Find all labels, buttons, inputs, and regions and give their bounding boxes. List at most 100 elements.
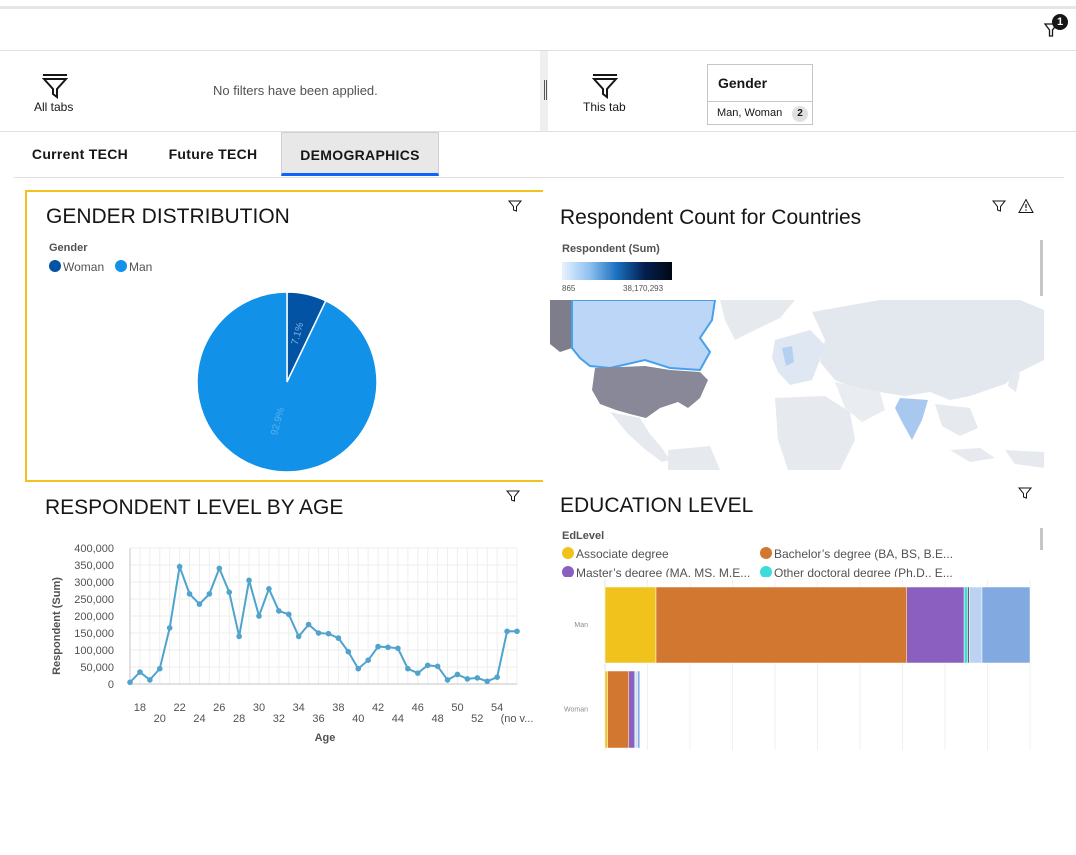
bar-segment-man-1[interactable] bbox=[655, 586, 907, 664]
age-data-point[interactable] bbox=[494, 674, 500, 680]
gender-filter-title: Gender bbox=[718, 75, 768, 91]
age-data-point[interactable] bbox=[176, 563, 183, 570]
age-data-point[interactable] bbox=[405, 665, 411, 672]
age-data-point[interactable] bbox=[216, 565, 223, 572]
all-tabs-filter-area: All tabs No filters have been applied. bbox=[0, 51, 540, 131]
y-axis-title: Respondent (Sum) bbox=[51, 577, 63, 675]
age-data-point[interactable] bbox=[444, 677, 451, 683]
age-data-point[interactable] bbox=[345, 648, 352, 655]
x-tick-label: 46 bbox=[412, 702, 424, 714]
age-data-point[interactable] bbox=[206, 591, 213, 597]
splitter-grip-icon[interactable] bbox=[544, 80, 547, 100]
age-data-point[interactable] bbox=[365, 657, 371, 663]
legend-item-bachelor[interactable]: Bachelor’s degree (BA, BS, B.E... bbox=[760, 547, 953, 561]
respondent-count-map-panel[interactable]: Respondent Count for Countries Responden… bbox=[548, 190, 1048, 482]
education-level-panel[interactable]: EDUCATION LEVEL EdLevel Associate degree… bbox=[548, 484, 1048, 754]
tab-future-tech[interactable]: Future TECH bbox=[150, 132, 276, 176]
age-data-point[interactable] bbox=[414, 670, 421, 676]
woman-swatch-icon bbox=[49, 260, 61, 272]
y-tick-label: 300,000 bbox=[74, 577, 114, 589]
bar-segment-man-0[interactable] bbox=[604, 586, 657, 664]
age-data-point[interactable] bbox=[127, 679, 133, 686]
age-data-point[interactable] bbox=[434, 663, 441, 670]
gender-distribution-panel[interactable]: GENDER DISTRIBUTION Gender Woman Man 7.1… bbox=[25, 190, 543, 482]
age-data-point[interactable] bbox=[424, 662, 431, 669]
bar-segment-man-6[interactable] bbox=[981, 586, 1031, 664]
age-line-chart[interactable]: 0 50,000 100,000 150,000 200,000 250,000 300,0… bbox=[25, 534, 543, 749]
map-region-alaska[interactable] bbox=[550, 300, 572, 352]
legend-item-man[interactable]: Man bbox=[115, 260, 152, 274]
age-data-point[interactable] bbox=[315, 630, 322, 636]
age-data-point[interactable] bbox=[156, 665, 163, 672]
gender-pie-chart[interactable]: 7.1%92.9% bbox=[187, 282, 387, 482]
age-data-point[interactable] bbox=[375, 643, 381, 650]
respondent-level-by-age-panel[interactable]: RESPONDENT LEVEL BY AGE 0 50,000 100,000 15… bbox=[25, 484, 543, 754]
age-data-point[interactable] bbox=[484, 678, 491, 685]
age-data-point[interactable] bbox=[295, 633, 302, 640]
map-legend-scrollbar[interactable] bbox=[1040, 240, 1043, 296]
age-data-point[interactable] bbox=[285, 611, 292, 618]
legend-item-woman[interactable]: Woman bbox=[49, 260, 104, 274]
education-legend: Associate degree Bachelor’s degree (BA, … bbox=[562, 547, 1032, 577]
age-data-point[interactable] bbox=[196, 601, 203, 607]
bar-segment-man-2[interactable] bbox=[906, 586, 965, 664]
bar-segment-man-3[interactable] bbox=[963, 586, 968, 664]
age-data-point[interactable] bbox=[325, 630, 332, 637]
age-data-point[interactable] bbox=[236, 633, 242, 640]
age-data-point[interactable] bbox=[256, 613, 262, 619]
y-tick-label: 150,000 bbox=[74, 628, 114, 640]
legend-item-doctoral[interactable]: Other doctoral degree (Ph.D., E... bbox=[760, 566, 953, 577]
age-data-point[interactable] bbox=[147, 677, 153, 683]
age-data-point[interactable] bbox=[395, 645, 401, 652]
pie-slice-man[interactable] bbox=[196, 291, 378, 473]
age-data-point[interactable] bbox=[276, 608, 282, 614]
bar-segment-woman-5[interactable] bbox=[635, 670, 638, 749]
age-data-point[interactable] bbox=[504, 628, 510, 635]
gender-filter-count: 2 bbox=[792, 106, 808, 122]
bar-segment-woman-1[interactable] bbox=[607, 670, 630, 749]
filter-icon[interactable] bbox=[991, 198, 1007, 214]
bar-segment-woman-0[interactable] bbox=[604, 670, 608, 749]
bar-segment-woman-6[interactable] bbox=[637, 670, 641, 749]
age-data-point[interactable] bbox=[266, 586, 272, 592]
education-stacked-bar-chart[interactable]: Man Woman bbox=[548, 580, 1048, 754]
warning-icon[interactable] bbox=[1018, 198, 1034, 214]
age-data-point[interactable] bbox=[514, 628, 520, 635]
filter-panel-toggle[interactable]: 1 bbox=[1040, 14, 1068, 40]
filter-icon[interactable] bbox=[505, 488, 521, 504]
bar-segment-man-5[interactable] bbox=[968, 586, 983, 664]
world-choropleth-map[interactable] bbox=[550, 300, 1044, 470]
age-data-point[interactable] bbox=[166, 625, 173, 631]
filter-icon[interactable] bbox=[507, 198, 523, 214]
filter-icon[interactable] bbox=[1017, 485, 1033, 501]
education-legend-scrollbar[interactable] bbox=[1040, 528, 1043, 550]
age-data-point[interactable] bbox=[137, 669, 143, 675]
age-data-point[interactable] bbox=[474, 675, 481, 681]
this-tab-filter-icon[interactable] bbox=[592, 73, 618, 99]
gender-filter-card[interactable]: Gender Man, Woman 2 bbox=[707, 64, 813, 125]
map-region-canada[interactable] bbox=[571, 300, 717, 372]
man-swatch-icon bbox=[115, 260, 127, 272]
legend-item-master[interactable]: Master’s degree (MA, MS, M.E... bbox=[562, 566, 750, 577]
x-tick-label: 38 bbox=[332, 702, 344, 714]
legend-item-associate[interactable]: Associate degree bbox=[562, 547, 669, 561]
x-tick-label: 22 bbox=[173, 702, 185, 714]
tab-demographics[interactable]: DEMOGRAPHICS bbox=[281, 132, 439, 176]
edlevel-legend-title: EdLevel bbox=[562, 530, 605, 542]
age-data-point[interactable] bbox=[385, 644, 391, 651]
age-series-line[interactable] bbox=[129, 562, 517, 683]
bar-segment-woman-2[interactable] bbox=[628, 670, 636, 749]
age-data-point[interactable] bbox=[246, 577, 252, 584]
bar-segment-man-4[interactable] bbox=[967, 586, 970, 664]
gender-filter-values: Man, Woman bbox=[717, 107, 783, 119]
age-data-point[interactable] bbox=[226, 589, 233, 595]
age-data-point[interactable] bbox=[305, 621, 312, 628]
all-tabs-filter-icon[interactable] bbox=[42, 73, 68, 99]
tab-current-tech[interactable]: Current TECH bbox=[14, 132, 146, 176]
x-tick-label: 52 bbox=[471, 713, 483, 725]
age-data-point[interactable] bbox=[454, 671, 461, 678]
age-data-point[interactable] bbox=[464, 676, 471, 682]
age-data-point[interactable] bbox=[355, 665, 362, 672]
age-data-point[interactable] bbox=[335, 635, 342, 641]
age-data-point[interactable] bbox=[186, 591, 193, 597]
